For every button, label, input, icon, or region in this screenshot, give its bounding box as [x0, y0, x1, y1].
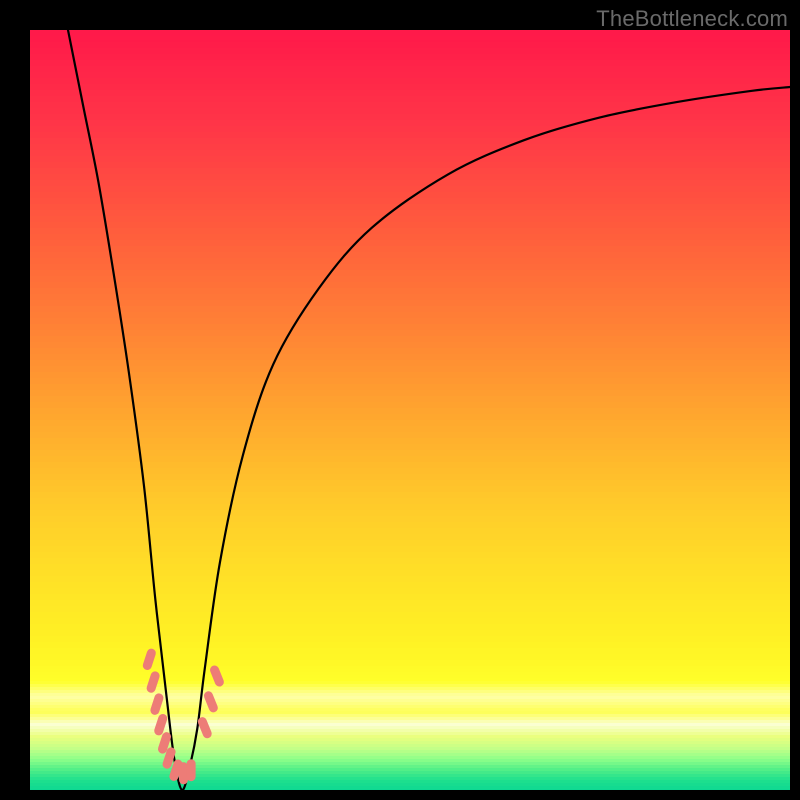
chart-frame: TheBottleneck.com [0, 0, 800, 800]
marker-dash [142, 647, 157, 671]
marker-dash [209, 664, 226, 688]
marker-dash [197, 716, 214, 740]
marker-dash [203, 690, 220, 714]
data-markers [142, 647, 226, 784]
watermark-text: TheBottleneck.com [596, 6, 788, 32]
plot-area [30, 30, 790, 790]
chart-svg [30, 30, 790, 790]
marker-dash [187, 759, 196, 781]
marker-dash [145, 670, 160, 694]
marker-dash [149, 692, 164, 716]
bottleneck-curve [68, 30, 790, 790]
